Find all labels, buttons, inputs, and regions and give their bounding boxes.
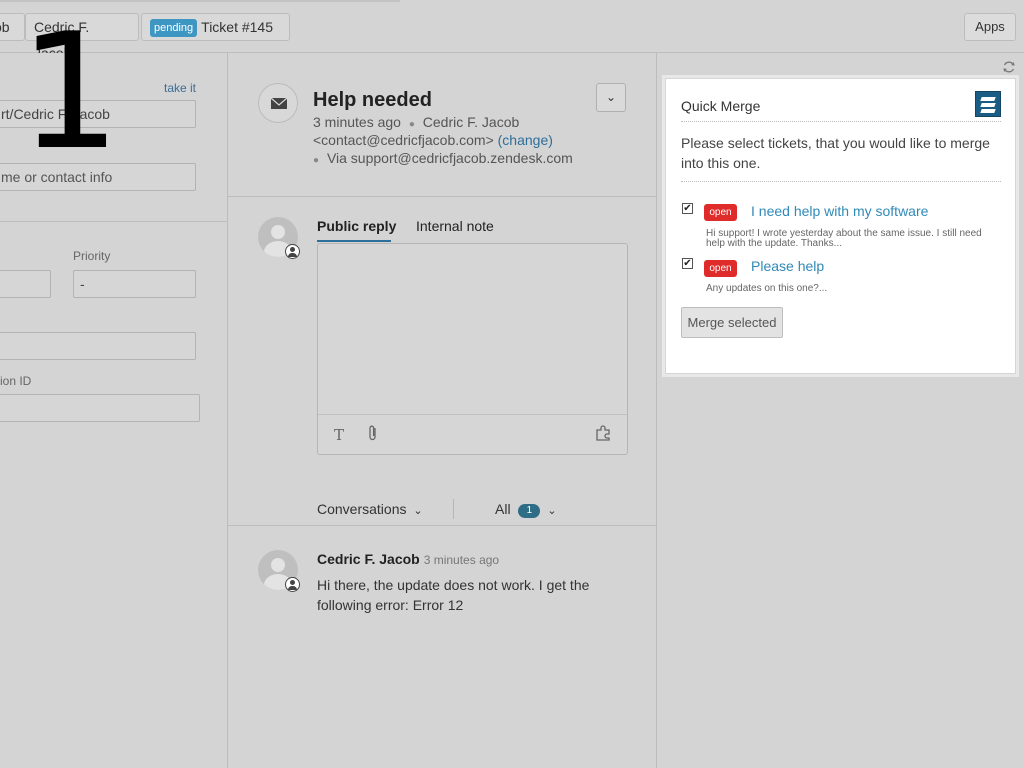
take-it-link[interactable]: take it	[164, 81, 196, 95]
quick-merge-card: Quick Merge Please select tickets, that …	[665, 78, 1016, 374]
quick-merge-app: Quick Merge Please select tickets, that …	[662, 75, 1019, 377]
top-bar: ob Cedric F. Jacob pendingTicket #145 Ap…	[0, 0, 1024, 61]
ticket-author: Cedric F. Jacob	[422, 114, 520, 130]
chevron-down-icon: ⌄	[413, 505, 423, 517]
comment-body: Hi there, the update does not work. I ge…	[317, 577, 590, 613]
active-tab-indicator	[317, 240, 391, 242]
tab-ticket-label: Ticket #145	[201, 19, 274, 35]
comment-time: 3 minutes ago	[423, 553, 500, 567]
ticket-checkbox[interactable]: ✔	[682, 203, 693, 214]
status-badge: open	[704, 260, 737, 277]
bullet: ●	[408, 119, 415, 130]
ticket-snippet: Hi support! I wrote yesterday about the …	[706, 228, 982, 249]
ticket-options-button[interactable]: ⌄	[596, 83, 626, 112]
ticket-meta-line2: <contact@cedricfjacob.com> (change)	[313, 132, 553, 148]
divider	[681, 121, 1001, 122]
status-badge: open	[704, 204, 737, 221]
tab-public-reply[interactable]: Public reply	[317, 218, 396, 234]
bullet: ●	[313, 155, 320, 166]
all-count-badge: 1	[518, 504, 541, 518]
merge-selected-button[interactable]: Merge selected	[681, 307, 783, 338]
editor-toolbar-divider	[318, 414, 627, 415]
conversation-panel: Help needed 3 minutes ago ● Cedric F. Ja…	[228, 53, 657, 768]
step-number: 1	[19, 0, 121, 185]
chevron-down-icon: ⌄	[605, 90, 617, 104]
ticket-meta-line1: 3 minutes ago ● Cedric F. Jacob	[313, 114, 519, 130]
status-badge: pending	[150, 19, 198, 37]
divider	[228, 525, 657, 526]
user-badge-icon	[285, 577, 300, 592]
priority-value: -	[80, 276, 85, 292]
divider	[0, 221, 228, 222]
ticket-link[interactable]: Please help	[751, 258, 824, 274]
divider	[453, 499, 454, 519]
ticket-checkbox[interactable]: ✔	[682, 258, 693, 269]
type-field[interactable]	[0, 270, 51, 298]
comment-author: Cedric F. Jacob 3 minutes ago	[317, 551, 499, 567]
text-format-icon[interactable]: T	[334, 426, 344, 444]
all-filter[interactable]: All 1 ⌄	[495, 501, 557, 518]
reply-editor[interactable]: T	[317, 243, 628, 455]
id-label: ion ID	[0, 374, 32, 388]
comment-author-name: Cedric F. Jacob	[317, 551, 420, 567]
ticket-time: 3 minutes ago	[313, 114, 401, 130]
field-blank[interactable]	[0, 332, 196, 360]
conversations-filter[interactable]: Conversations ⌄	[317, 501, 423, 517]
quick-merge-logo-icon	[975, 91, 1001, 117]
id-field[interactable]	[0, 394, 200, 422]
change-link[interactable]: (change)	[498, 132, 553, 148]
ticket-subject: Help needed	[313, 89, 432, 111]
tab-internal-note[interactable]: Internal note	[416, 218, 494, 234]
ticket-meta-line3: ● Via support@cedricfjacob.zendesk.com	[313, 150, 573, 166]
apps-puzzle-icon[interactable]	[595, 424, 613, 446]
conversations-label: Conversations	[317, 501, 407, 517]
apps-panel: Quick Merge Please select tickets, that …	[657, 53, 1024, 768]
paperclip-svg	[369, 425, 376, 441]
attachment-icon[interactable]	[366, 424, 380, 446]
priority-label: Priority	[73, 249, 111, 263]
quick-merge-title: Quick Merge	[681, 98, 761, 114]
puzzle-svg	[596, 425, 610, 441]
chevron-down-icon: ⌄	[547, 505, 557, 517]
quick-merge-description: Please select tickets, that you would li…	[681, 135, 990, 171]
user-badge-icon	[285, 244, 300, 259]
tab-ticket[interactable]: pending Ticket #145	[141, 13, 290, 41]
channel-icon	[258, 83, 298, 123]
tab-requester-label: ob	[0, 19, 10, 35]
ticket-link[interactable]: I need help with my software	[751, 203, 928, 219]
ticket-email: <contact@cedricfjacob.com>	[313, 132, 494, 148]
refresh-svg	[1003, 61, 1015, 73]
divider	[228, 196, 657, 197]
priority-field[interactable]: -	[73, 270, 196, 298]
divider	[681, 181, 1001, 182]
envelope-icon	[270, 97, 288, 109]
apps-button[interactable]: Apps	[964, 13, 1016, 41]
ticket-via: Via support@cedricfjacob.zendesk.com	[326, 150, 573, 166]
all-label: All	[495, 501, 511, 517]
ticket-snippet: Any updates on this one?...	[706, 283, 828, 294]
